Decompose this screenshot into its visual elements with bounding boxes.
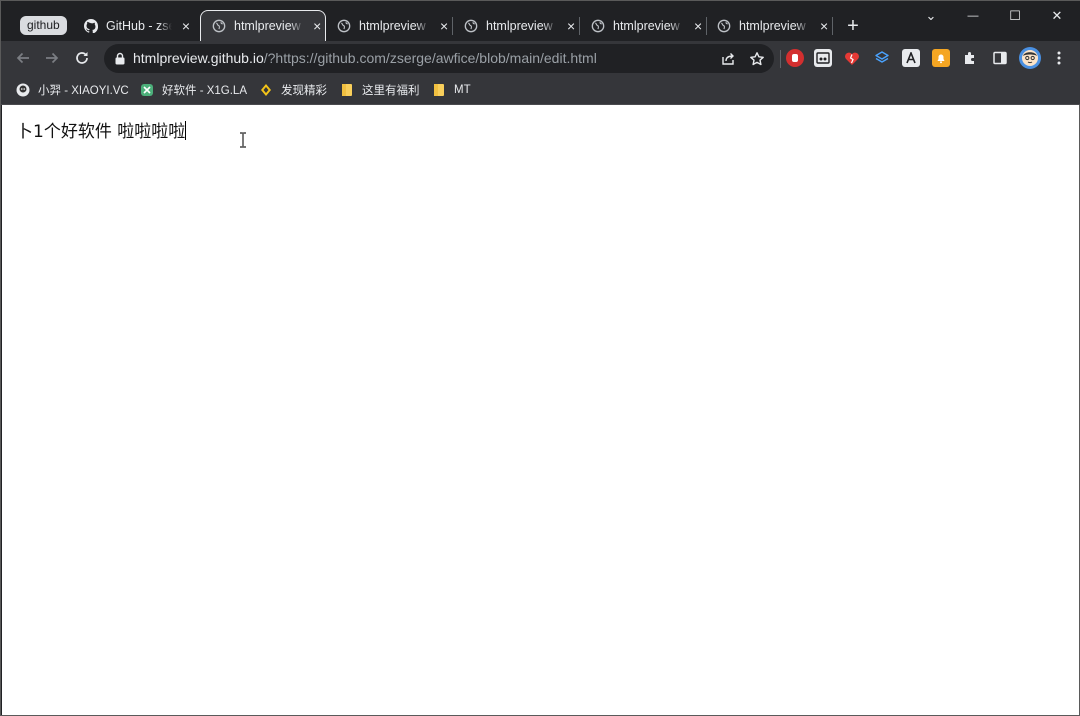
extension-heart-button[interactable] [843,49,861,67]
globe-icon [591,19,605,32]
address-bar[interactable]: htmlpreview.github.io/?https://github.co… [104,44,774,73]
tab-close-icon[interactable]: × [816,18,832,34]
globe-icon [212,19,226,33]
profile-avatar[interactable] [1019,47,1041,69]
toolbar: htmlpreview.github.io/?https://github.co… [1,41,1080,75]
layers-icon [875,51,889,63]
url-path: /?https://github.com/zserge/awfice/blob/… [263,50,597,66]
tab-close-icon[interactable]: × [436,18,452,34]
reload-button[interactable] [69,45,95,71]
x1g-icon [140,83,154,97]
tab-title: htmlpreview [234,19,301,33]
tab-htmlpreview[interactable]: htmlpreview × [580,10,706,41]
bookmark-folder-mt[interactable]: MT [432,81,471,99]
tab-close-icon[interactable]: × [310,18,325,34]
tab-close-icon[interactable]: × [178,18,194,34]
bookmarks-bar: 小羿 - XIAOYI.VC 好软件 - X1G.LA 发现精彩 这里有福利 M… [1,75,1080,105]
star-icon [750,52,764,66]
extension-layers-button[interactable] [873,49,891,67]
arrow-right-icon [46,52,59,64]
bookmark-label: MT [454,84,471,96]
url-host: htmlpreview.github.io [133,50,264,66]
close-window-button[interactable]: ✕ [1039,7,1075,25]
folder-icon [340,83,354,97]
new-tab-button[interactable]: + [843,16,863,36]
maximize-button[interactable]: ☐ [997,7,1033,25]
share-icon [722,53,734,65]
share-button[interactable] [718,49,738,69]
tab-close-icon[interactable]: × [690,18,706,34]
hand-stop-icon [792,54,798,62]
lock-icon[interactable] [114,52,126,65]
tab-title: GitHub - zserge/awfice [106,18,172,33]
arrow-left-icon [16,52,29,64]
tab-strip: github GitHub - zserge/awfice × htmlprev… [1,1,1080,41]
editable-text-area[interactable]: 卜1个好软件 啦啦啦啦 [16,117,187,142]
back-button[interactable] [10,45,36,71]
url-text[interactable]: htmlpreview.github.io/?https://github.co… [133,44,597,73]
translate-box-icon [816,52,830,64]
extensions-menu-button[interactable] [961,49,979,67]
tab-title: htmlpreview [739,18,806,33]
broken-heart-icon [845,52,859,65]
avatar-icon [1022,50,1038,66]
tab-separator [832,17,833,35]
forward-button[interactable] [39,45,65,71]
folder-icon [432,83,446,97]
editable-text: 卜1个好软件 啦啦啦啦 [16,122,186,142]
bookmark-discover[interactable]: 发现精彩 [259,81,327,99]
extension-button[interactable] [814,49,832,67]
globe-icon [464,19,478,32]
tab-title: htmlpreview [613,18,680,33]
browser-window: github GitHub - zserge/awfice × htmlprev… [0,0,1080,716]
bookmark-label: 小羿 - XIAOYI.VC [38,85,129,97]
tab-htmlpreview[interactable]: htmlpreview × [706,10,832,41]
star-diamond-icon [259,83,273,97]
reload-icon [76,52,88,64]
side-panel-icon [993,51,1007,65]
toolbar-divider [780,50,781,68]
chrome-menu-button[interactable] [1050,49,1068,67]
page-content[interactable]: 卜1个好软件 啦啦啦啦 [2,105,1079,715]
tab-htmlpreview-active[interactable]: htmlpreview × [200,10,326,41]
github-icon [84,18,98,33]
globe-icon [717,19,731,32]
bookmark-label: 这里有福利 [362,85,420,97]
text-cursor-icon [240,132,246,148]
globe-icon [337,19,351,32]
adblock-extension[interactable] [786,49,804,67]
extension-a-button[interactable] [902,49,920,67]
avatar-icon [16,83,30,97]
bookmark-xiaoyi[interactable]: 小羿 - XIAOYI.VC [16,81,129,99]
bookmark-star-button[interactable] [747,49,767,69]
side-panel-button[interactable] [991,49,1009,67]
bookmark-x1g[interactable]: 好软件 - X1G.LA [140,81,247,99]
tab-title: htmlpreview [486,18,553,33]
tab-htmlpreview[interactable]: htmlpreview × [453,10,579,41]
minimize-button[interactable]: — [955,7,991,25]
bookmark-label: 发现精彩 [281,85,327,97]
bookmark-label: 好软件 - X1G.LA [162,85,247,97]
letter-a-icon [906,52,916,64]
tab-title: htmlpreview [359,18,426,33]
tab-close-icon[interactable]: × [563,18,579,34]
tab-group-github[interactable]: github [20,16,67,35]
kebab-menu-icon [1057,51,1061,65]
bookmark-folder-fuli[interactable]: 这里有福利 [340,81,420,99]
puzzle-icon [965,52,974,64]
extension-bell-button[interactable] [932,49,950,67]
bell-icon [937,54,945,64]
tab-search-button[interactable]: ⌄ [913,7,949,25]
tab-htmlpreview[interactable]: htmlpreview × [326,10,452,41]
tab-github[interactable]: GitHub - zserge/awfice × [73,10,197,41]
text-caret [185,121,187,140]
